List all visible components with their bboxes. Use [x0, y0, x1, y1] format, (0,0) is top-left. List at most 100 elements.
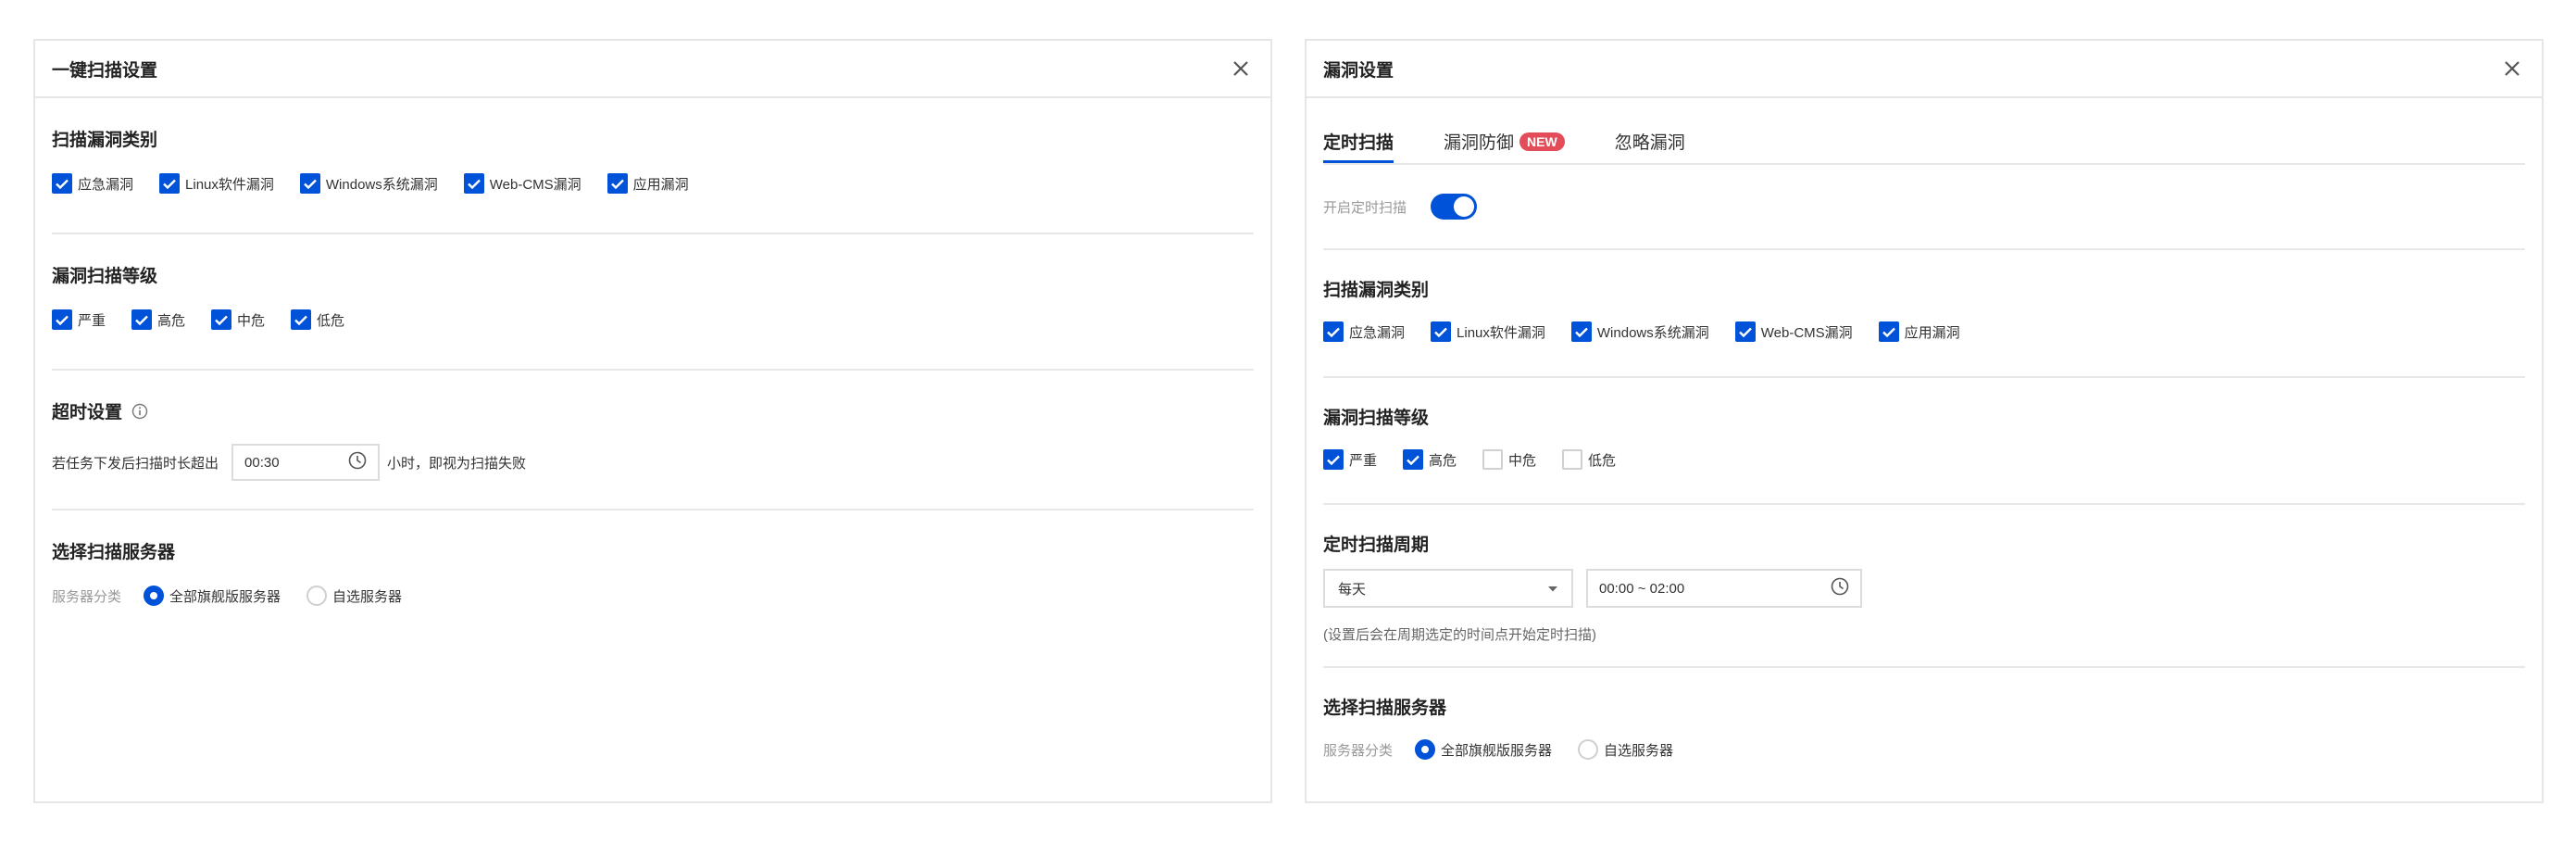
server-category-label: 服务器分类	[52, 588, 122, 605]
radio-all-flagship-servers[interactable]: 全部旗舰版服务器	[1415, 739, 1552, 760]
clock-icon	[1831, 577, 1849, 599]
tab-ignored-vulns[interactable]: 忽略漏洞	[1615, 129, 1685, 163]
radio-custom-servers[interactable]: 自选服务器	[1578, 739, 1673, 760]
section-title: 漏洞扫描等级	[1323, 409, 1430, 428]
checkbox-windows[interactable]: Windows系统漏洞	[299, 173, 438, 194]
scan-settings-dialog: 一键扫描设置 扫描漏洞类别 应急漏洞 Linux软件漏洞 Windows系统漏洞	[33, 39, 1272, 803]
section-title: 选择扫描服务器	[52, 543, 176, 562]
new-badge: NEW	[1519, 132, 1565, 151]
checkbox-application[interactable]: 应用漏洞	[1878, 321, 1960, 342]
timeout-prefix: 若任务下发后扫描时长超出	[52, 455, 219, 472]
tab-scheduled-scan[interactable]: 定时扫描	[1323, 129, 1394, 163]
checkbox-label: Windows系统漏洞	[1596, 324, 1709, 341]
checkbox-label: Linux软件漏洞	[185, 176, 274, 193]
close-icon[interactable]	[1228, 56, 1254, 82]
server-category-label: 服务器分类	[1323, 742, 1394, 759]
checkbox-checked-icon	[1878, 321, 1899, 342]
radio-unselected-icon	[1578, 739, 1599, 760]
close-icon[interactable]	[2499, 56, 2525, 82]
checkbox-high[interactable]: 高危	[131, 309, 185, 330]
checkbox-group: 严重 高危 中危 低危	[52, 309, 1254, 330]
checkbox-unchecked-icon	[1562, 449, 1583, 470]
checkbox-emergency[interactable]: 应急漏洞	[52, 173, 133, 194]
checkbox-unchecked-icon	[1482, 449, 1504, 470]
toggle-knob	[1454, 196, 1475, 217]
timeout-time-input[interactable]: 00:30	[231, 444, 381, 481]
section-title: 定时扫描周期	[1323, 535, 1430, 555]
checkbox-checked-icon	[1323, 449, 1344, 470]
section-title: 漏洞扫描等级	[52, 267, 158, 286]
period-inputs-row: 每天 00:00 ~ 02:00	[1323, 569, 2525, 608]
radio-custom-servers[interactable]: 自选服务器	[306, 586, 402, 606]
checkbox-linux[interactable]: Linux软件漏洞	[159, 173, 274, 194]
radio-all-flagship-servers[interactable]: 全部旗舰版服务器	[144, 586, 281, 606]
checkbox-high[interactable]: 高危	[1403, 449, 1457, 470]
time-range-input[interactable]: 00:00 ~ 02:00	[1586, 569, 1862, 608]
checkbox-low[interactable]: 低危	[1562, 449, 1616, 470]
checkbox-checked-icon	[52, 309, 72, 330]
section-title: 扫描漏洞类别	[52, 131, 158, 150]
server-radio-row: 服务器分类 全部旗舰版服务器 自选服务器	[52, 586, 1254, 606]
radio-label: 自选服务器	[1604, 742, 1674, 759]
checkbox-linux[interactable]: Linux软件漏洞	[1431, 321, 1545, 342]
schedule-toggle-section: 开启定时扫描	[1323, 165, 2525, 250]
server-section: 选择扫描服务器 服务器分类 全部旗舰版服务器 自选服务器	[1323, 668, 2525, 779]
checkbox-label: 应急漏洞	[78, 176, 134, 193]
time-range-value: 00:00 ~ 02:00	[1599, 580, 1685, 597]
checkbox-critical[interactable]: 严重	[52, 309, 106, 330]
tab-vuln-defense[interactable]: 漏洞防御 NEW	[1444, 129, 1565, 163]
checkbox-label: Windows系统漏洞	[325, 176, 438, 193]
timeout-suffix: 小时，即视为扫描失败	[387, 455, 527, 472]
schedule-toggle[interactable]	[1431, 194, 1478, 220]
checkbox-medium[interactable]: 中危	[1482, 449, 1536, 470]
frequency-value: 每天	[1338, 581, 1367, 598]
checkbox-critical[interactable]: 严重	[1323, 449, 1377, 470]
checkbox-label: 应急漏洞	[1349, 324, 1406, 341]
checkbox-label: 高危	[157, 312, 186, 329]
scan-category-section: 扫描漏洞类别 应急漏洞 Linux软件漏洞 Windows系统漏洞 Web-CM…	[52, 98, 1254, 234]
checkbox-checked-icon	[131, 309, 153, 330]
checkbox-checked-icon	[211, 309, 232, 330]
checkbox-checked-icon	[299, 173, 320, 194]
checkbox-label: 应用漏洞	[1904, 324, 1960, 341]
checkbox-emergency[interactable]: 应急漏洞	[1323, 321, 1405, 342]
radio-label: 全部旗舰版服务器	[169, 588, 281, 605]
checkbox-label: 严重	[1349, 452, 1378, 469]
checkbox-medium[interactable]: 中危	[211, 309, 265, 330]
checkbox-checked-icon	[52, 173, 72, 194]
timeout-value: 00:30	[244, 454, 280, 471]
checkbox-label: 严重	[78, 312, 106, 329]
checkbox-label: 中危	[1508, 452, 1537, 469]
checkbox-application[interactable]: 应用漏洞	[606, 173, 689, 194]
scan-level-section: 漏洞扫描等级 严重 高危 中危 低危	[52, 234, 1254, 371]
info-icon[interactable]	[131, 403, 148, 420]
dialog-header: 一键扫描设置	[35, 41, 1270, 98]
checkbox-webcms[interactable]: Web-CMS漏洞	[1734, 321, 1853, 342]
checkbox-checked-icon	[1323, 321, 1344, 342]
toggle-label: 开启定时扫描	[1323, 199, 1407, 216]
checkbox-label: 中危	[237, 312, 266, 329]
checkbox-low[interactable]: 低危	[291, 309, 344, 330]
scan-level-section: 漏洞扫描等级 严重 高危 中危 低危	[1323, 378, 2525, 505]
radio-label: 全部旗舰版服务器	[1441, 742, 1553, 759]
dialog-title: 一键扫描设置	[52, 60, 158, 81]
dialog-title: 漏洞设置	[1323, 60, 1394, 81]
checkbox-label: Web-CMS漏洞	[1760, 324, 1853, 341]
tab-bar: 定时扫描 漏洞防御 NEW 忽略漏洞	[1323, 98, 2525, 165]
vuln-settings-dialog: 漏洞设置 定时扫描 漏洞防御 NEW 忽略漏洞 开启定时扫描 扫描漏洞类别 应急…	[1305, 39, 2544, 803]
radio-label: 自选服务器	[332, 588, 403, 605]
checkbox-label: Web-CMS漏洞	[489, 176, 581, 193]
checkbox-label: 应用漏洞	[632, 176, 689, 193]
frequency-select[interactable]: 每天	[1323, 569, 1573, 608]
checkbox-webcms[interactable]: Web-CMS漏洞	[463, 173, 581, 194]
schedule-period-section: 定时扫描周期 每天 00:00 ~ 02:00 (设置后会在周期选定的时间点开始…	[1323, 505, 2525, 668]
checkbox-checked-icon	[1403, 449, 1424, 470]
checkbox-group: 严重 高危 中危 低危	[1323, 449, 2525, 470]
checkbox-checked-icon	[1431, 321, 1452, 342]
scan-category-section: 扫描漏洞类别 应急漏洞 Linux软件漏洞 Windows系统漏洞 Web-CM…	[1323, 250, 2525, 378]
checkbox-windows[interactable]: Windows系统漏洞	[1570, 321, 1709, 342]
radio-selected-icon	[1415, 739, 1436, 760]
checkbox-checked-icon	[463, 173, 484, 194]
checkbox-label: 低危	[1588, 452, 1617, 469]
checkbox-checked-icon	[1570, 321, 1592, 342]
